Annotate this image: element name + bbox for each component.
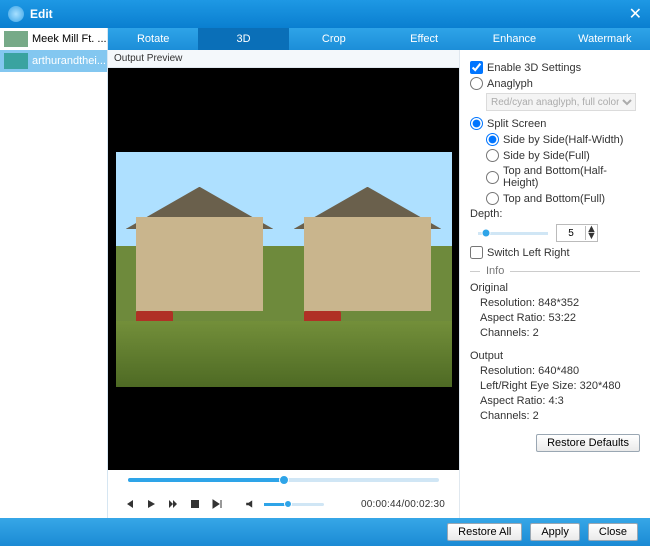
footer-bar: Restore All Apply Close: [0, 518, 650, 546]
info-original-aspect: Aspect Ratio: 53:22: [480, 311, 640, 326]
depth-slider[interactable]: [478, 232, 548, 235]
volume-icon[interactable]: [244, 497, 258, 511]
split-opt-tb-full[interactable]: Top and Bottom(Full): [486, 192, 640, 205]
split-screen-radio[interactable]: Split Screen: [470, 117, 640, 130]
close-button[interactable]: Close: [588, 523, 638, 541]
tab-watermark[interactable]: Watermark: [560, 28, 650, 50]
tab-effect[interactable]: Effect: [379, 28, 469, 50]
tab-rotate[interactable]: Rotate: [108, 28, 198, 50]
depth-label: Depth:: [470, 208, 640, 220]
anaglyph-select: Red/cyan anaglyph, full color: [486, 93, 636, 111]
thumbnail-icon: [4, 53, 28, 69]
info-original-label: Original: [470, 281, 640, 296]
tab-crop[interactable]: Crop: [289, 28, 379, 50]
restore-all-button[interactable]: Restore All: [447, 523, 522, 541]
video-preview: [108, 68, 459, 470]
app-logo-icon: [8, 6, 24, 22]
fast-forward-icon[interactable]: [166, 497, 180, 511]
sidebar-item-label: Meek Mill Ft. ...: [32, 33, 107, 45]
info-original-resolution: Resolution: 848*352: [480, 296, 640, 311]
info-output-channels: Channels: 2: [480, 409, 640, 424]
anaglyph-radio[interactable]: Anaglyph: [470, 77, 640, 90]
enable-3d-checkbox[interactable]: Enable 3D Settings: [470, 61, 640, 74]
spin-down-icon[interactable]: ▼: [586, 233, 597, 240]
info-output-eyesize: Left/Right Eye Size: 320*480: [480, 379, 640, 394]
info-output-resolution: Resolution: 640*480: [480, 364, 640, 379]
info-output-label: Output: [470, 349, 640, 364]
thumbnail-icon: [4, 31, 28, 47]
settings-panel: Enable 3D Settings Anaglyph Red/cyan ana…: [460, 50, 650, 518]
time-display: 00:00:44/00:02:30: [361, 499, 445, 510]
play-icon[interactable]: [144, 497, 158, 511]
preview-left-eye: [116, 152, 284, 387]
prev-icon[interactable]: [122, 497, 136, 511]
info-output-aspect: Aspect Ratio: 4:3: [480, 394, 640, 409]
player-controls: 00:00:44/00:02:30: [108, 490, 459, 518]
seek-slider[interactable]: [128, 478, 439, 482]
split-opt-tb-half[interactable]: Top and Bottom(Half-Height): [486, 165, 640, 189]
split-opt-sbs-half[interactable]: Side by Side(Half-Width): [486, 133, 640, 146]
title-bar: Edit ✕: [0, 0, 650, 28]
sidebar-item-label: arthurandthei...: [32, 55, 106, 67]
tab-3d[interactable]: 3D: [198, 28, 288, 50]
tab-bar: Rotate 3D Crop Effect Enhance Watermark: [108, 28, 650, 50]
switch-lr-checkbox[interactable]: Switch Left Right: [470, 246, 640, 259]
restore-defaults-button[interactable]: Restore Defaults: [536, 434, 640, 452]
volume-slider[interactable]: [264, 503, 324, 506]
depth-spinner[interactable]: ▲▼: [556, 224, 598, 242]
sidebar-item[interactable]: arthurandthei...: [0, 50, 107, 72]
preview-header: Output Preview: [108, 50, 459, 68]
info-legend: Info: [470, 265, 640, 277]
file-sidebar: Meek Mill Ft. ... arthurandthei...: [0, 28, 108, 518]
info-original-channels: Channels: 2: [480, 326, 640, 341]
apply-button[interactable]: Apply: [530, 523, 580, 541]
preview-right-eye: [284, 152, 452, 387]
close-icon[interactable]: ✕: [629, 4, 642, 24]
window-title: Edit: [30, 7, 53, 21]
next-icon[interactable]: [210, 497, 224, 511]
tab-enhance[interactable]: Enhance: [469, 28, 559, 50]
split-opt-sbs-full[interactable]: Side by Side(Full): [486, 149, 640, 162]
sidebar-item[interactable]: Meek Mill Ft. ...: [0, 28, 107, 50]
stop-icon[interactable]: [188, 497, 202, 511]
